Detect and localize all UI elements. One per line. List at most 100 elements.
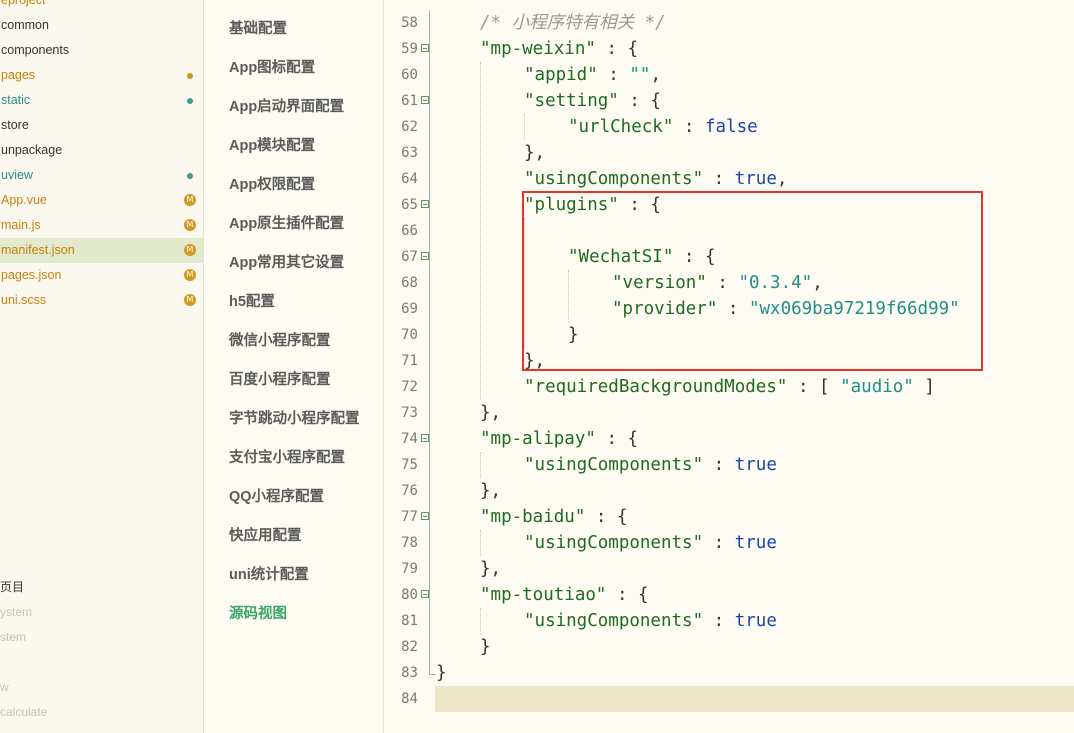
indent-guide: [524, 218, 525, 348]
indent-guide: [480, 62, 481, 400]
code-line[interactable]: 74 "mp-alipay" : {: [384, 426, 1074, 452]
code-line[interactable]: 83}: [384, 660, 1074, 686]
code-token: "usingComponents": [524, 611, 704, 631]
code-token: : {: [673, 247, 716, 267]
code-token: "mp-alipay": [480, 429, 596, 449]
settings-nav-item-6[interactable]: App常用其它设置: [229, 251, 344, 275]
settings-nav-item-7[interactable]: h5配置: [229, 290, 275, 314]
file-tree-panel: eproject common components pages static store…: [0, 0, 204, 733]
code-token: :: [703, 533, 735, 553]
code-line[interactable]: 65 "plugins" : {: [384, 192, 1074, 218]
file-tree-item-eproject[interactable]: eproject: [0, 0, 203, 13]
code-text: "appid" : "",: [524, 62, 661, 88]
code-line[interactable]: 84: [384, 686, 1074, 712]
code-line[interactable]: 81 "usingComponents" : true: [384, 608, 1074, 634]
code-line[interactable]: 75 "usingComponents" : true: [384, 452, 1074, 478]
code-token: true: [734, 533, 777, 553]
project-list-item[interactable]: w: [0, 675, 9, 700]
indent-guide: [524, 114, 525, 140]
code-line[interactable]: 64 "usingComponents" : true,: [384, 166, 1074, 192]
file-tree-item-static[interactable]: static: [0, 88, 203, 113]
code-line[interactable]: 59 "mp-weixin" : {: [384, 36, 1074, 62]
code-line[interactable]: 67 "WechatSI" : {: [384, 244, 1074, 270]
file-tree-item-uview[interactable]: uview: [0, 163, 203, 188]
settings-nav-item-12[interactable]: QQ小程序配置: [229, 485, 324, 509]
code-token: true: [734, 169, 777, 189]
settings-nav-item-14[interactable]: uni统计配置: [229, 563, 309, 587]
code-line[interactable]: 70}: [384, 322, 1074, 348]
file-tree-item-pages-json[interactable]: pages.json M: [0, 263, 203, 288]
settings-nav-item-2[interactable]: App启动界面配置: [229, 95, 344, 119]
fold-toggle-icon[interactable]: [421, 434, 429, 442]
file-tree-item-components[interactable]: components: [0, 38, 203, 63]
code-line[interactable]: 58 /* 小程序特有相关 */: [384, 10, 1074, 36]
project-list-item[interactable]: calculate: [0, 700, 47, 725]
code-line[interactable]: 82}: [384, 634, 1074, 660]
code-line[interactable]: 61 "setting" : {: [384, 88, 1074, 114]
code-token: }: [480, 637, 491, 657]
code-line[interactable]: 79},: [384, 556, 1074, 582]
code-line[interactable]: 80 "mp-toutiao" : {: [384, 582, 1074, 608]
code-line[interactable]: 72 "requiredBackgroundModes" : [ "audio" …: [384, 374, 1074, 400]
fold-toggle-icon[interactable]: [421, 96, 429, 104]
fold-toggle-icon[interactable]: [421, 44, 429, 52]
settings-nav-item-3[interactable]: App模块配置: [229, 134, 315, 158]
file-tree-item-uni-scss[interactable]: uni.scss M: [0, 288, 203, 313]
code-line[interactable]: 69 "provider" : "wx069ba97219f66d99": [384, 296, 1074, 322]
code-token: true: [734, 455, 777, 475]
fold-toggle-icon[interactable]: [421, 200, 429, 208]
settings-nav-item-11[interactable]: 支付宝小程序配置: [229, 446, 345, 470]
code-text: },: [480, 400, 501, 426]
code-line[interactable]: 60 "appid" : "",: [384, 62, 1074, 88]
settings-nav-item-10[interactable]: 字节跳动小程序配置: [229, 407, 360, 431]
code-text: }: [436, 660, 447, 686]
code-text: "usingComponents" : true,: [524, 166, 787, 192]
settings-nav-item-15[interactable]: 源码视图: [229, 602, 287, 626]
code-text: "provider" : "wx069ba97219f66d99": [612, 296, 960, 322]
project-list-item[interactable]: 页目: [0, 575, 24, 600]
settings-nav-item-13[interactable]: 快应用配置: [229, 524, 302, 548]
code-text: "mp-weixin" : {: [480, 36, 638, 62]
code-line[interactable]: 73},: [384, 400, 1074, 426]
fold-toggle-icon[interactable]: [421, 590, 429, 598]
project-list-item[interactable]: stem: [0, 625, 26, 650]
code-token: "provider": [612, 299, 718, 319]
fold-toggle-icon[interactable]: [421, 512, 429, 520]
file-tree-item-label: unpackage: [1, 143, 63, 157]
settings-nav-item-4[interactable]: App权限配置: [229, 173, 315, 197]
code-line[interactable]: 77 "mp-baidu" : {: [384, 504, 1074, 530]
code-line[interactable]: 68 "version" : "0.3.4",: [384, 270, 1074, 296]
code-token: "plugins": [524, 195, 619, 215]
code-token: "usingComponents": [524, 169, 704, 189]
settings-nav-item-5[interactable]: App原生插件配置: [229, 212, 344, 236]
file-tree-item-common[interactable]: common: [0, 13, 203, 38]
file-tree-item-pages[interactable]: pages: [0, 63, 203, 88]
settings-nav-item-8[interactable]: 微信小程序配置: [229, 329, 331, 353]
file-tree-item-main-js[interactable]: main.js M: [0, 213, 203, 238]
code-line[interactable]: 63},: [384, 140, 1074, 166]
code-line[interactable]: 71},: [384, 348, 1074, 374]
code-line[interactable]: 78 "usingComponents" : true: [384, 530, 1074, 556]
code-line[interactable]: 76},: [384, 478, 1074, 504]
code-line[interactable]: 66: [384, 218, 1074, 244]
code-token: :: [717, 299, 749, 319]
fold-toggle-icon[interactable]: [421, 252, 429, 260]
indent-guide: [480, 608, 481, 634]
project-list-item[interactable]: ystem: [0, 600, 32, 625]
settings-nav-item-9[interactable]: 百度小程序配置: [229, 368, 331, 392]
code-editor[interactable]: 58 /* 小程序特有相关 */ 59 "mp-weixin" : {60 "appid…: [384, 0, 1074, 733]
settings-nav-item-0[interactable]: 基础配置: [229, 17, 287, 41]
code-text: }: [480, 634, 491, 660]
code-line[interactable]: 62 "urlCheck" : false: [384, 114, 1074, 140]
file-tree-item-store[interactable]: store: [0, 113, 203, 138]
settings-nav-item-1[interactable]: App图标配置: [229, 56, 315, 80]
code-token: "audio": [840, 377, 914, 397]
code-token: ,: [650, 65, 661, 85]
code-token: "mp-baidu": [480, 507, 586, 527]
file-tree-item-manifest-json[interactable]: manifest.json M: [0, 238, 203, 263]
status-dot-icon: [187, 98, 193, 104]
file-tree-item-app-vue[interactable]: App.vue M: [0, 188, 203, 213]
file-tree-item-unpackage[interactable]: unpackage: [0, 138, 203, 163]
file-tree-item-label: store: [1, 118, 29, 132]
code-text: "urlCheck" : false: [568, 114, 758, 140]
